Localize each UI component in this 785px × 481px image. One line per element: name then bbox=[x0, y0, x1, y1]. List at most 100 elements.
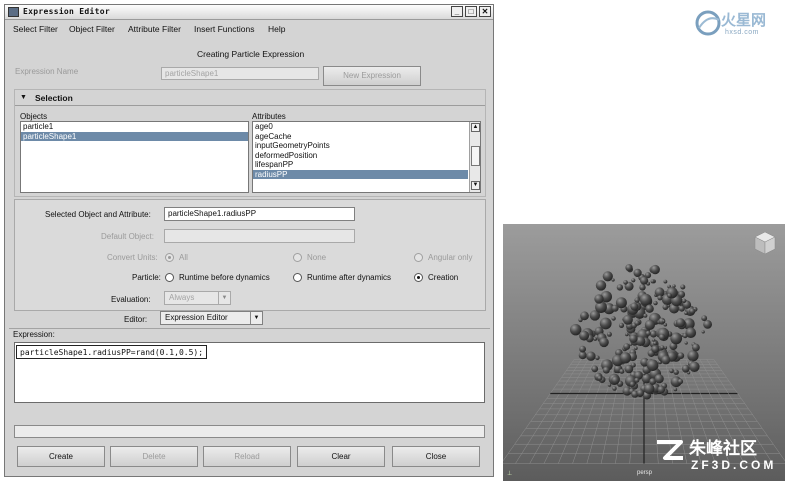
default-object-field[interactable] bbox=[164, 229, 355, 243]
expression-textarea[interactable]: particleShape1.radiusPP=rand(0.1,0.5); bbox=[14, 342, 485, 403]
list-item[interactable]: lifespanPP bbox=[253, 160, 480, 170]
radio-convert-angular[interactable] bbox=[414, 253, 423, 262]
particle-sphere bbox=[623, 343, 631, 350]
particle-sphere bbox=[629, 334, 638, 343]
particle-sphere bbox=[597, 375, 603, 381]
radio-runtime-after[interactable] bbox=[293, 273, 302, 282]
grid-line bbox=[543, 359, 596, 464]
list-item[interactable]: radiusPP bbox=[253, 169, 468, 179]
particle-sphere bbox=[599, 337, 609, 348]
particle-sphere bbox=[630, 362, 636, 368]
zf3d-watermark: 朱峰社区 ZF3D.COM bbox=[653, 434, 783, 480]
particle-sphere bbox=[602, 271, 613, 282]
radio-convert-all[interactable] bbox=[165, 253, 174, 262]
editor-dropdown[interactable]: Expression Editor ▼ bbox=[160, 311, 263, 325]
chevron-down-icon: ▼ bbox=[218, 292, 230, 304]
particle-sphere bbox=[682, 333, 688, 339]
particle-sphere bbox=[599, 317, 612, 330]
particle-sphere bbox=[595, 280, 607, 291]
particle-sphere bbox=[579, 330, 590, 341]
particle-sphere bbox=[645, 330, 651, 336]
particle-sphere bbox=[681, 364, 690, 373]
particle-sphere bbox=[677, 378, 684, 385]
particle-sphere bbox=[607, 383, 612, 387]
new-expression-button[interactable]: New Expression bbox=[323, 66, 421, 86]
radio-runtime-before[interactable] bbox=[165, 273, 174, 282]
view-cube-icon[interactable] bbox=[754, 231, 776, 255]
radio-creation-label: Creation bbox=[428, 273, 459, 282]
status-field bbox=[14, 425, 485, 438]
attributes-list[interactable]: age0 ageCache inputGeometryPoints deform… bbox=[252, 121, 481, 193]
selected-object-label: Selected Object and Attribute: bbox=[45, 210, 151, 219]
list-item[interactable]: inputGeometryPoints bbox=[253, 141, 480, 151]
scroll-thumb[interactable] bbox=[471, 146, 480, 166]
menu-insert-functions[interactable]: Insert Functions bbox=[194, 24, 254, 34]
particle-sphere bbox=[619, 368, 625, 374]
particle-sphere bbox=[657, 385, 666, 394]
particle-sphere bbox=[646, 359, 659, 371]
editor-value: Expression Editor bbox=[165, 313, 228, 322]
selected-object-field[interactable]: particleShape1.radiusPP bbox=[164, 207, 355, 221]
reload-button[interactable]: Reload bbox=[203, 446, 291, 467]
list-item[interactable]: ageCache bbox=[253, 132, 480, 142]
menu-select-filter[interactable]: Select Filter bbox=[13, 24, 58, 34]
particle-sphere bbox=[602, 366, 610, 374]
grid-line bbox=[572, 359, 610, 464]
particle-sphere bbox=[606, 331, 612, 337]
app-icon bbox=[8, 7, 19, 17]
hxsd-logo-url: hxsd.com bbox=[725, 29, 759, 36]
maximize-button[interactable]: □ bbox=[465, 6, 477, 17]
particle-sphere bbox=[643, 313, 648, 318]
collapse-triangle-icon[interactable]: ▼ bbox=[20, 94, 27, 101]
hxsd-logo-text: 火星网 bbox=[721, 11, 767, 29]
particle-sphere bbox=[622, 314, 633, 325]
clear-button[interactable]: Clear bbox=[297, 446, 385, 467]
particle-sphere bbox=[663, 279, 668, 284]
particle-sphere bbox=[663, 322, 668, 327]
particle-sphere bbox=[591, 365, 599, 373]
zf3d-url: ZF3D.COM bbox=[691, 458, 777, 472]
expression-name-label: Expression Name bbox=[15, 67, 79, 76]
particle-sphere bbox=[684, 311, 688, 315]
close-button[interactable]: Close bbox=[392, 446, 480, 467]
radio-convert-all-label: All bbox=[179, 253, 188, 262]
attributes-label: Attributes bbox=[252, 112, 286, 121]
radio-convert-none-label: None bbox=[307, 253, 327, 262]
scroll-down-icon[interactable]: ▼ bbox=[471, 181, 480, 190]
radio-convert-none[interactable] bbox=[293, 253, 302, 262]
list-item[interactable]: age0 bbox=[253, 122, 480, 132]
menu-attribute-filter[interactable]: Attribute Filter bbox=[128, 24, 181, 34]
list-item[interactable]: particleShape1 bbox=[21, 131, 248, 141]
radio-creation[interactable] bbox=[414, 273, 423, 282]
menu-object-filter[interactable]: Object Filter bbox=[69, 24, 115, 34]
expression-name-field[interactable]: particleShape1 bbox=[161, 67, 319, 80]
create-button[interactable]: Create bbox=[17, 446, 105, 467]
scroll-up-icon[interactable]: ▲ bbox=[471, 123, 480, 132]
particle-sphere bbox=[662, 319, 666, 323]
attributes-scrollbar[interactable]: ▲ ▼ bbox=[469, 122, 480, 192]
title-bar[interactable]: Expression Editor _ □ ✕ bbox=[5, 5, 493, 20]
particle-sphere bbox=[669, 368, 674, 374]
particle-sphere bbox=[625, 264, 633, 272]
chevron-down-icon: ▼ bbox=[250, 312, 262, 324]
menu-bar: Select Filter Object Filter Attribute Fi… bbox=[5, 22, 493, 37]
evaluation-dropdown[interactable]: Always ▼ bbox=[164, 291, 231, 305]
particle-sphere bbox=[611, 376, 620, 385]
particle-sphere bbox=[692, 343, 700, 352]
particle-sphere bbox=[634, 297, 640, 303]
close-window-button[interactable]: ✕ bbox=[479, 6, 491, 17]
particle-sphere bbox=[643, 383, 655, 394]
menu-help[interactable]: Help bbox=[268, 24, 285, 34]
list-item[interactable]: deformedPosition bbox=[253, 151, 480, 161]
particle-sphere bbox=[675, 318, 686, 328]
particle-sphere bbox=[680, 284, 686, 290]
delete-button[interactable]: Delete bbox=[110, 446, 198, 467]
minimize-button[interactable]: _ bbox=[451, 6, 463, 17]
3d-viewport[interactable]: ⊥ persp 朱峰社区 ZF3D.COM bbox=[503, 224, 785, 481]
list-item[interactable]: particle1 bbox=[21, 122, 248, 132]
particle-sphere bbox=[654, 374, 664, 384]
particle-sphere bbox=[667, 293, 672, 298]
objects-list[interactable]: particle1 particleShape1 bbox=[20, 121, 249, 193]
particle-sphere bbox=[612, 386, 617, 391]
particle-sphere bbox=[630, 302, 639, 311]
